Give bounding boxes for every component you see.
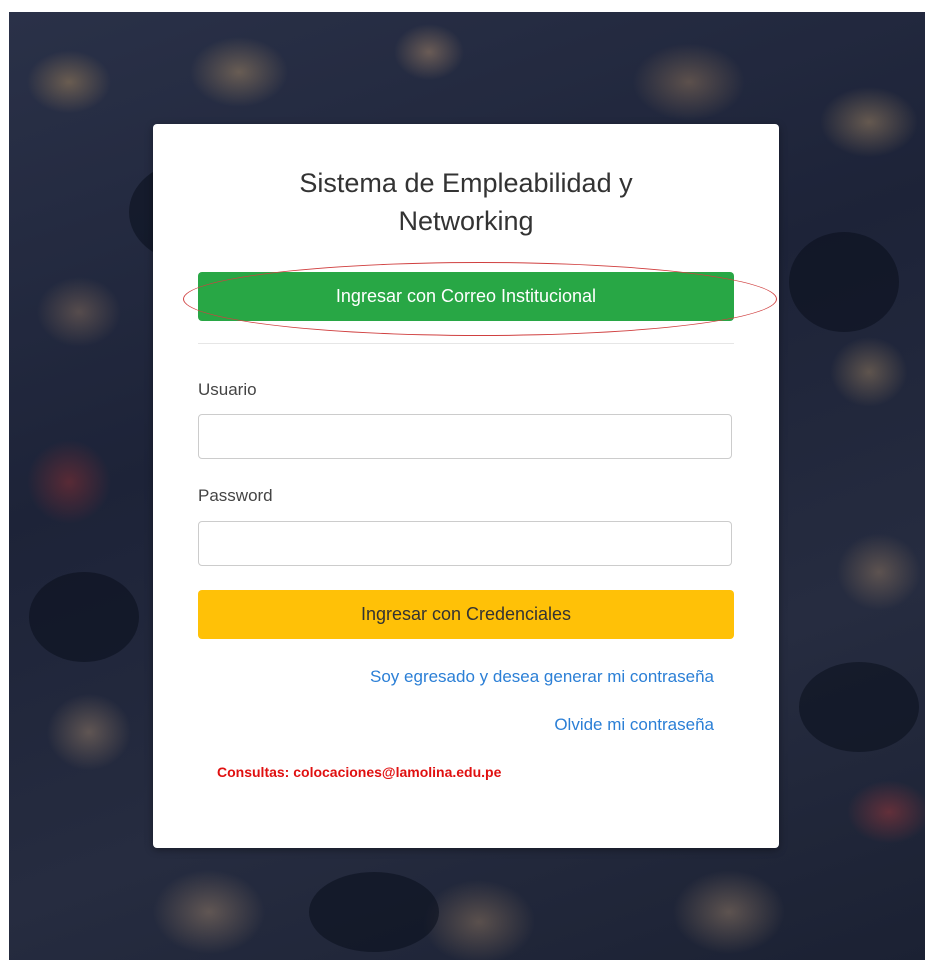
login-card: Sistema de Empleabilidad y Networking In… [153, 124, 779, 848]
username-input[interactable] [198, 414, 732, 459]
forgot-password-link[interactable]: Olvide mi contraseña [554, 715, 714, 735]
title-line-1: Sistema de Empleabilidad y [299, 168, 633, 198]
divider [198, 343, 734, 344]
credentials-login-button[interactable]: Ingresar con Credenciales [198, 590, 734, 639]
username-label: Usuario [198, 380, 257, 399]
password-label: Password [198, 486, 273, 505]
page-title: Sistema de Empleabilidad y Networking [153, 164, 779, 240]
contact-text: Consultas: colocaciones@lamolina.edu.pe [217, 764, 502, 780]
graduate-password-link[interactable]: Soy egresado y desea generar mi contrase… [370, 667, 714, 687]
institutional-login-button[interactable]: Ingresar con Correo Institucional [198, 272, 734, 321]
title-line-2: Networking [398, 206, 534, 236]
password-input[interactable] [198, 521, 732, 566]
